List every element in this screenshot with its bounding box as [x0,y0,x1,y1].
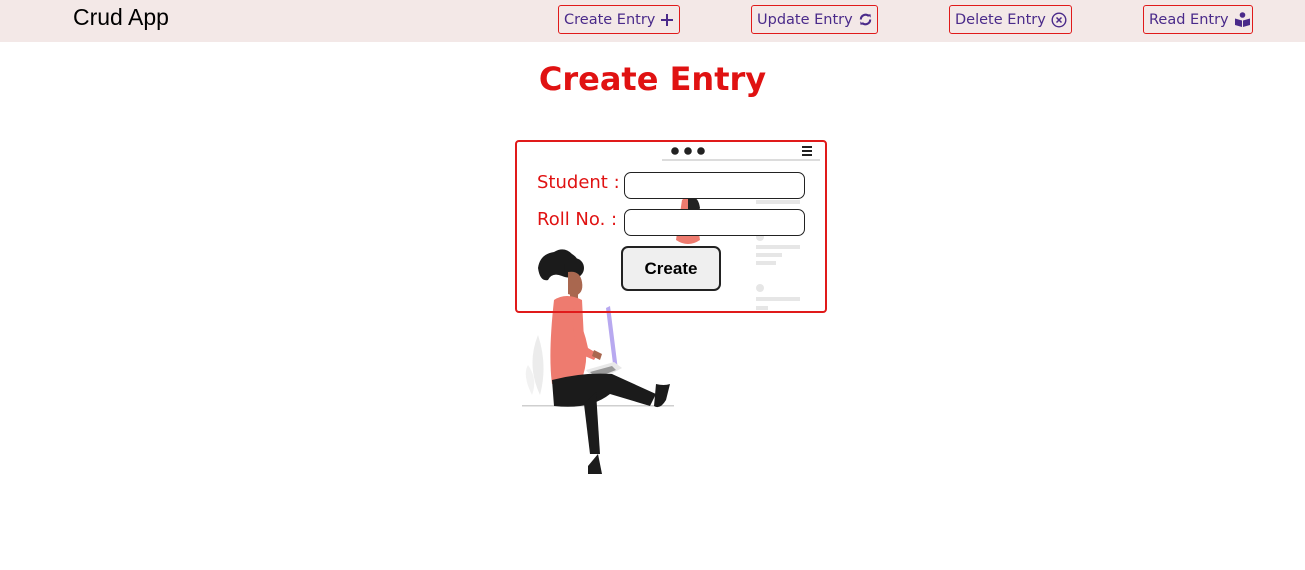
update-entry-button[interactable]: Update Entry [751,5,878,34]
create-entry-label: Create Entry [564,11,656,28]
page-title: Create Entry [538,60,767,98]
delete-entry-button[interactable]: Delete Entry [949,5,1072,34]
update-entry-label: Update Entry [757,11,853,28]
student-label: Student : [537,172,620,193]
roll-no-input[interactable] [624,209,805,236]
delete-entry-label: Delete Entry [955,11,1046,28]
create-button[interactable]: Create [621,246,721,291]
book-reader-icon [1234,12,1251,27]
student-input[interactable] [624,172,805,199]
brand-title[interactable]: Crud App [73,4,169,31]
create-entry-button[interactable]: Create Entry [558,5,680,34]
circle-x-icon [1051,11,1067,28]
read-entry-label: Read Entry [1149,11,1229,28]
navbar: Crud App Create Entry Update Entry Delet… [0,0,1305,42]
read-entry-button[interactable]: Read Entry [1143,5,1253,34]
roll-no-label: Roll No. : [537,209,618,230]
plus-icon [660,13,674,27]
refresh-icon [858,12,873,27]
